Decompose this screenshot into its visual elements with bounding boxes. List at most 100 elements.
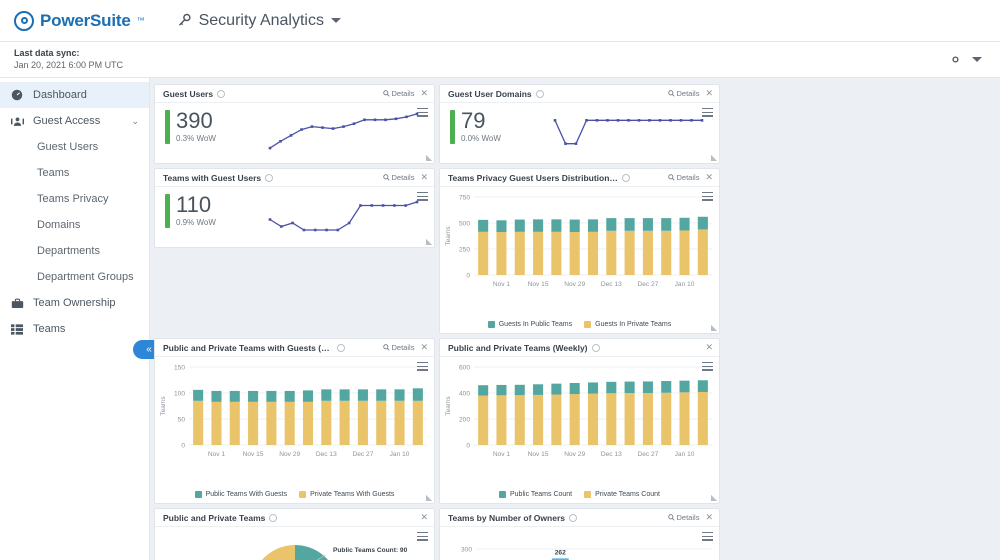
close-icon[interactable]: ✕	[420, 173, 428, 182]
details-label: Details	[677, 173, 700, 182]
details-link[interactable]: Details	[668, 89, 700, 98]
sidebar-item-label: Department Groups	[37, 271, 134, 283]
hamburger-menu-icon[interactable]	[417, 192, 428, 203]
hamburger-menu-icon[interactable]	[417, 532, 428, 543]
dashboard-canvas: Guest Users Details ✕	[150, 78, 1000, 560]
svg-text:Nov 1: Nov 1	[208, 451, 226, 458]
chevron-down-icon[interactable]: ⌄	[131, 116, 139, 127]
info-icon[interactable]	[265, 174, 273, 182]
hamburger-menu-icon[interactable]	[702, 192, 713, 203]
details-link[interactable]: Details	[383, 343, 415, 352]
stacked-bar-chart: 0200400600TeamsNov 1Nov 15Nov 29Dec 13De…	[440, 357, 719, 475]
dashboard-app: PowerSuite ™ Security Analytics Last dat…	[0, 0, 1000, 560]
hamburger-menu-icon[interactable]	[702, 532, 713, 543]
card-body: Public Teams Count: 90Private Teams Coun…	[155, 527, 434, 560]
svg-text:300: 300	[461, 546, 472, 553]
hamburger-menu-icon[interactable]	[702, 108, 713, 119]
card-guest-users: Guest Users Details ✕	[154, 84, 435, 164]
chart-legend: Guests In Public Teams Guests In Private …	[440, 321, 719, 328]
details-link[interactable]: Details	[668, 173, 700, 182]
close-icon[interactable]: ✕	[705, 89, 713, 98]
resize-handle-icon[interactable]: ◢	[711, 323, 717, 332]
details-link[interactable]: Details	[668, 513, 700, 522]
svg-text:Dec 27: Dec 27	[352, 451, 373, 458]
card-title: Guest User Domains	[448, 89, 532, 99]
legend-item[interactable]: Private Teams With Guests	[299, 491, 394, 498]
resize-handle-icon[interactable]: ◢	[426, 493, 432, 502]
sidebar-item-domains[interactable]: Domains	[0, 212, 149, 238]
sidebar-item-departments[interactable]: Departments	[0, 238, 149, 264]
chart-legend: Public Teams With Guests Private Teams Wi…	[155, 491, 434, 498]
legend-item[interactable]: Public Teams Count	[499, 491, 572, 498]
card-teams-by-owners: Teams by Number of Owners Details ✕ 0	[439, 508, 720, 560]
sidebar-item-teams-main[interactable]: Teams	[0, 316, 149, 342]
card-body: 110 0.9% WoW ◢	[155, 187, 434, 247]
svg-text:Teams: Teams	[445, 226, 452, 246]
resize-handle-icon[interactable]: ◢	[426, 237, 432, 246]
svg-text:Nov 29: Nov 29	[564, 451, 585, 458]
legend-item[interactable]: Guests In Public Teams	[488, 321, 572, 328]
stacked-bar-chart: 050100150TeamsNov 1Nov 15Nov 29Dec 13Dec…	[155, 357, 434, 475]
legend-item[interactable]: Private Teams Count	[584, 491, 660, 498]
magnifier-icon	[668, 174, 675, 181]
magnifier-icon	[383, 344, 390, 351]
info-icon[interactable]	[592, 344, 600, 352]
details-label: Details	[392, 173, 415, 182]
info-icon[interactable]	[622, 174, 630, 182]
sidebar-item-team-ownership[interactable]: Team Ownership	[0, 290, 149, 316]
card-header: Teams by Number of Owners Details ✕	[440, 509, 719, 527]
settings-menu[interactable]	[947, 51, 1000, 68]
legend-item[interactable]: Guests In Private Teams	[584, 321, 671, 328]
card-body: 050100150TeamsNov 1Nov 15Nov 29Dec 13Dec…	[155, 357, 434, 503]
info-icon[interactable]	[217, 90, 225, 98]
magnifier-icon	[668, 90, 675, 97]
sync-label: Last data sync:	[14, 48, 123, 59]
top-bar: PowerSuite ™ Security Analytics	[0, 0, 1000, 42]
card-title: Public and Private Teams	[163, 513, 265, 523]
info-icon[interactable]	[337, 344, 345, 352]
card-title: Teams Privacy Guest Users Distribution (…	[448, 173, 618, 183]
details-link[interactable]: Details	[383, 173, 415, 182]
resize-handle-icon[interactable]: ◢	[711, 493, 717, 502]
close-icon[interactable]: ✕	[705, 173, 713, 182]
close-icon[interactable]: ✕	[705, 513, 713, 522]
legend-label: Guests In Public Teams	[499, 321, 572, 328]
magnifier-icon	[383, 90, 390, 97]
sidebar-item-dashboard[interactable]: Dashboard	[0, 82, 149, 108]
hamburger-menu-icon[interactable]	[417, 362, 428, 373]
close-icon[interactable]: ✕	[705, 343, 713, 352]
hamburger-menu-icon[interactable]	[417, 108, 428, 119]
sidebar-item-department-groups[interactable]: Department Groups	[0, 264, 149, 290]
svg-text:262: 262	[555, 549, 566, 556]
close-icon[interactable]: ✕	[420, 89, 428, 98]
donut-chart: Public Teams Count: 90Private Teams Coun…	[155, 527, 434, 560]
close-icon[interactable]: ✕	[420, 513, 428, 522]
gear-icon[interactable]	[947, 51, 964, 68]
sidebar-item-teams-privacy[interactable]: Teams Privacy	[0, 186, 149, 212]
svg-text:0: 0	[466, 442, 470, 449]
svg-text:Nov 15: Nov 15	[243, 451, 264, 458]
resize-handle-icon[interactable]: ◢	[711, 153, 717, 162]
info-icon[interactable]	[569, 514, 577, 522]
details-label: Details	[677, 513, 700, 522]
svg-text:Dec 13: Dec 13	[601, 451, 622, 458]
hamburger-menu-icon[interactable]	[702, 362, 713, 373]
sidebar-item-teams[interactable]: Teams	[0, 160, 149, 186]
card-title: Public and Private Teams with Guests (We…	[163, 343, 333, 353]
magnifier-icon	[383, 174, 390, 181]
grid-icon	[10, 324, 24, 335]
card-body: 0250500750TeamsNov 1Nov 15Nov 29Dec 13De…	[440, 187, 719, 333]
resize-handle-icon[interactable]: ◢	[426, 153, 432, 162]
sidebar-item-guest-users[interactable]: Guest Users	[0, 134, 149, 160]
app-title-dropdown[interactable]: Security Analytics	[177, 12, 341, 30]
details-link[interactable]: Details	[383, 89, 415, 98]
brand-logo[interactable]: PowerSuite ™	[14, 11, 145, 31]
svg-text:50: 50	[178, 416, 186, 423]
close-icon[interactable]: ✕	[420, 343, 428, 352]
info-icon[interactable]	[269, 514, 277, 522]
sidebar-item-guest-access[interactable]: Guest Access ⌄	[0, 108, 149, 134]
settings-chevron-icon[interactable]	[972, 57, 982, 62]
legend-item[interactable]: Public Teams With Guests	[195, 491, 288, 498]
card-body: 0100200300Teams3!No Owners56One Owner262…	[440, 527, 719, 560]
info-icon[interactable]	[536, 90, 544, 98]
